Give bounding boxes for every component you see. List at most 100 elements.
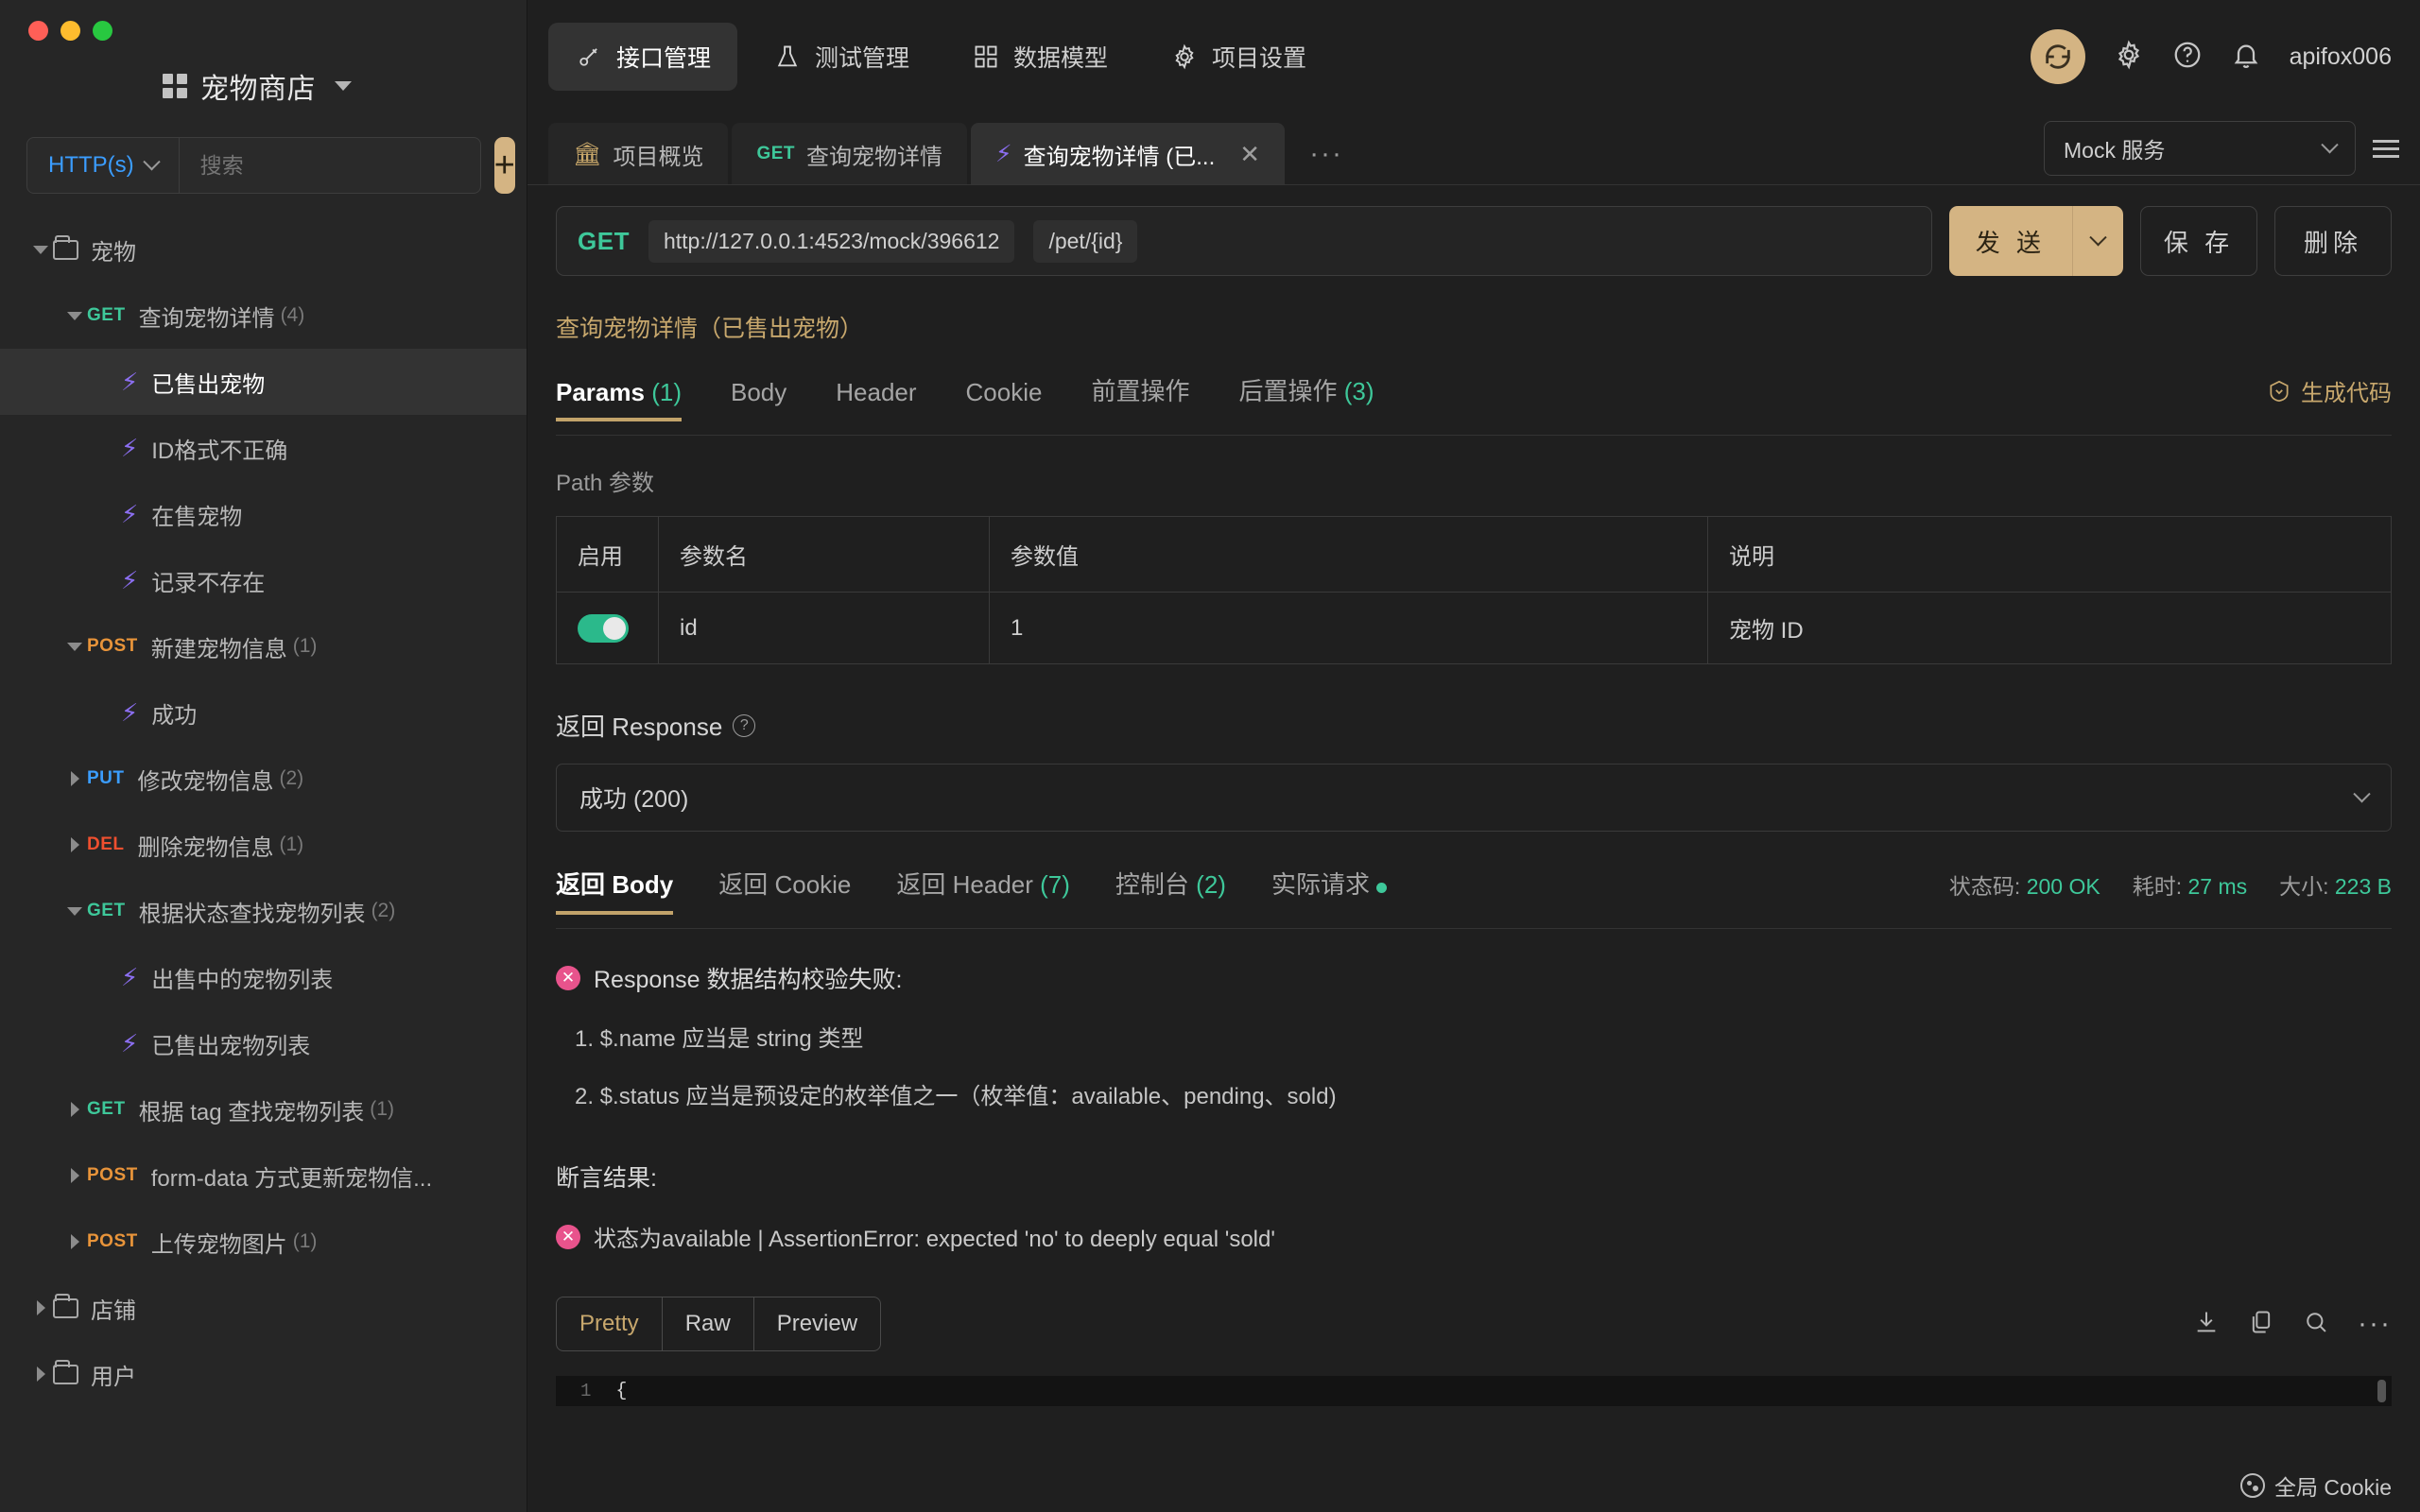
nav-tab-接口管理[interactable]: 接口管理	[548, 23, 737, 91]
close-icon[interactable]: ✕	[1239, 142, 1260, 166]
sync-icon[interactable]	[2031, 29, 2085, 84]
tree-item-count: (1)	[280, 833, 304, 856]
request-tab-Cookie[interactable]: Cookie	[966, 378, 1043, 421]
scrollbar-thumb[interactable]	[2377, 1380, 2386, 1402]
triangle-right-icon[interactable]	[28, 1366, 53, 1382]
tree-item-label: 成功	[151, 696, 197, 730]
response-tab-返回 Header[interactable]: 返回 Header (7)	[896, 866, 1070, 914]
tree-api-row[interactable]: GET根据 tag 查找宠物列表(1)	[0, 1076, 527, 1143]
nav-tab-项目设置[interactable]: 项目设置	[1144, 23, 1333, 91]
copy-icon[interactable]	[2248, 1309, 2274, 1340]
search-icon[interactable]	[2303, 1309, 2329, 1340]
param-value-cell[interactable]: 1	[990, 593, 1708, 664]
triangle-down-icon[interactable]	[62, 907, 87, 916]
response-tab-返回 Cookie[interactable]: 返回 Cookie	[718, 866, 851, 914]
tree-case-row[interactable]: ⚡在售宠物	[0, 481, 527, 547]
save-button[interactable]: 保 存	[2140, 206, 2257, 276]
project-switcher[interactable]: 宠物商店	[0, 41, 527, 103]
tabs-overflow-button[interactable]: ···	[1288, 138, 1364, 185]
tree-folder-row[interactable]: 宠物	[0, 216, 527, 283]
username-label[interactable]: apifox006	[2290, 43, 2392, 71]
response-section-label: 返回 Response ?	[556, 708, 2392, 743]
tree-case-row[interactable]: ⚡已售出宠物列表	[0, 1010, 527, 1076]
settings-gear-icon[interactable]	[2114, 40, 2144, 75]
request-tab-前置操作[interactable]: 前置操作	[1091, 372, 1189, 421]
delete-button[interactable]: 删除	[2274, 206, 2392, 276]
tree-api-row[interactable]: POST上传宠物图片(1)	[0, 1209, 527, 1275]
send-dropdown-button[interactable]	[2072, 206, 2123, 276]
tree-folder-row[interactable]: 店铺	[0, 1275, 527, 1341]
response-tab-返回 Body[interactable]: 返回 Body	[556, 866, 673, 914]
triangle-right-icon[interactable]	[28, 1300, 53, 1315]
request-tab-Header[interactable]: Header	[836, 378, 916, 421]
path-chip[interactable]: /pet/{id}	[1033, 220, 1137, 263]
param-name-cell[interactable]: id	[659, 593, 990, 664]
triangle-right-icon[interactable]	[62, 1234, 87, 1249]
search-input[interactable]	[180, 153, 480, 179]
time-value: 27 ms	[2187, 874, 2247, 899]
help-icon[interactable]: ?	[733, 714, 755, 737]
triangle-right-icon[interactable]	[62, 1102, 87, 1117]
request-tab-后置操作[interactable]: 后置操作 (3)	[1238, 372, 1374, 421]
tree-api-row[interactable]: DEL删除宠物信息(1)	[0, 812, 527, 878]
response-tab-控制台[interactable]: 控制台 (2)	[1115, 866, 1226, 914]
tree-case-row[interactable]: ⚡出售中的宠物列表	[0, 944, 527, 1010]
tree-folder-row[interactable]: 用户	[0, 1341, 527, 1407]
triangle-right-icon[interactable]	[62, 771, 87, 786]
document-tab[interactable]: ⚡查询宠物详情 (已...✕	[971, 123, 1285, 185]
nav-tab-数据模型[interactable]: 数据模型	[945, 23, 1134, 91]
more-icon[interactable]: ···	[2358, 1315, 2392, 1332]
validation-block: ✕ Response 数据结构校验失败: 1. $.name 应当是 strin…	[556, 961, 2392, 1253]
tree-item-label: 上传宠物图片	[151, 1226, 287, 1259]
base-url-chip[interactable]: http://127.0.0.1:4523/mock/396612	[648, 220, 1015, 263]
triangle-right-icon[interactable]	[62, 837, 87, 852]
response-status-select[interactable]: 成功 (200)	[556, 764, 2392, 832]
triangle-right-icon[interactable]	[62, 1168, 87, 1183]
mock-service-select[interactable]: Mock 服务	[2044, 121, 2356, 176]
tree-api-row[interactable]: PUT修改宠物信息(2)	[0, 746, 527, 812]
protocol-select[interactable]: HTTP(s)	[27, 138, 180, 193]
param-enable-toggle[interactable]	[578, 614, 629, 643]
triangle-down-icon[interactable]	[28, 246, 53, 254]
tree-case-row[interactable]: ⚡ID格式不正确	[0, 415, 527, 481]
folder-icon	[53, 1298, 78, 1318]
tree-case-row[interactable]: ⚡已售出宠物	[0, 349, 527, 415]
help-icon[interactable]	[2172, 40, 2203, 75]
generate-code-button[interactable]: 生成代码	[2267, 374, 2392, 421]
bell-icon[interactable]	[2231, 40, 2261, 75]
list-icon[interactable]	[2373, 140, 2399, 158]
tree-api-row[interactable]: GET查询宠物详情(4)	[0, 283, 527, 349]
document-tab[interactable]: 🏛项目概览	[548, 123, 728, 185]
bolt-icon: ⚡	[121, 369, 138, 394]
param-desc-cell[interactable]: 宠物 ID	[1708, 593, 2392, 664]
nav-tab-测试管理[interactable]: 测试管理	[747, 23, 936, 91]
triangle-down-icon[interactable]	[62, 312, 87, 320]
viewer-mode-Raw[interactable]: Raw	[663, 1297, 754, 1350]
maximize-window-button[interactable]	[93, 21, 112, 41]
tree-api-row[interactable]: GET根据状态查找宠物列表(2)	[0, 878, 527, 944]
response-tab-实际请求[interactable]: 实际请求	[1271, 866, 1387, 914]
request-tab-Params[interactable]: Params (1)	[556, 378, 682, 421]
tree-api-row[interactable]: POST新建宠物信息(1)	[0, 613, 527, 679]
global-cookie-button[interactable]: 全局 Cookie	[2274, 1469, 2392, 1502]
triangle-down-icon[interactable]	[62, 643, 87, 651]
document-tab[interactable]: GET查询宠物详情	[732, 123, 967, 185]
add-button[interactable]: +	[494, 137, 515, 194]
tree-case-row[interactable]: ⚡成功	[0, 679, 527, 746]
request-tab-count: (3)	[1344, 377, 1374, 405]
url-bar[interactable]: GET http://127.0.0.1:4523/mock/396612 /p…	[556, 206, 1932, 276]
tree-item-label: 用户	[91, 1358, 136, 1391]
send-button[interactable]: 发 送	[1949, 206, 2123, 276]
viewer-mode-Preview[interactable]: Preview	[754, 1297, 880, 1350]
response-code-viewer[interactable]: 1 {	[556, 1376, 2392, 1406]
response-tab-label: 返回 Cookie	[718, 870, 851, 899]
http-method-label: PUT	[87, 768, 125, 789]
request-tab-Body[interactable]: Body	[731, 378, 786, 421]
tree-api-row[interactable]: POSTform-data 方式更新宠物信...	[0, 1143, 527, 1209]
nav-tabs: 接口管理测试管理数据模型项目设置	[548, 23, 1333, 91]
download-icon[interactable]	[2193, 1309, 2220, 1340]
close-window-button[interactable]	[28, 21, 48, 41]
viewer-mode-Pretty[interactable]: Pretty	[557, 1297, 663, 1350]
tree-case-row[interactable]: ⚡记录不存在	[0, 547, 527, 613]
minimize-window-button[interactable]	[60, 21, 80, 41]
